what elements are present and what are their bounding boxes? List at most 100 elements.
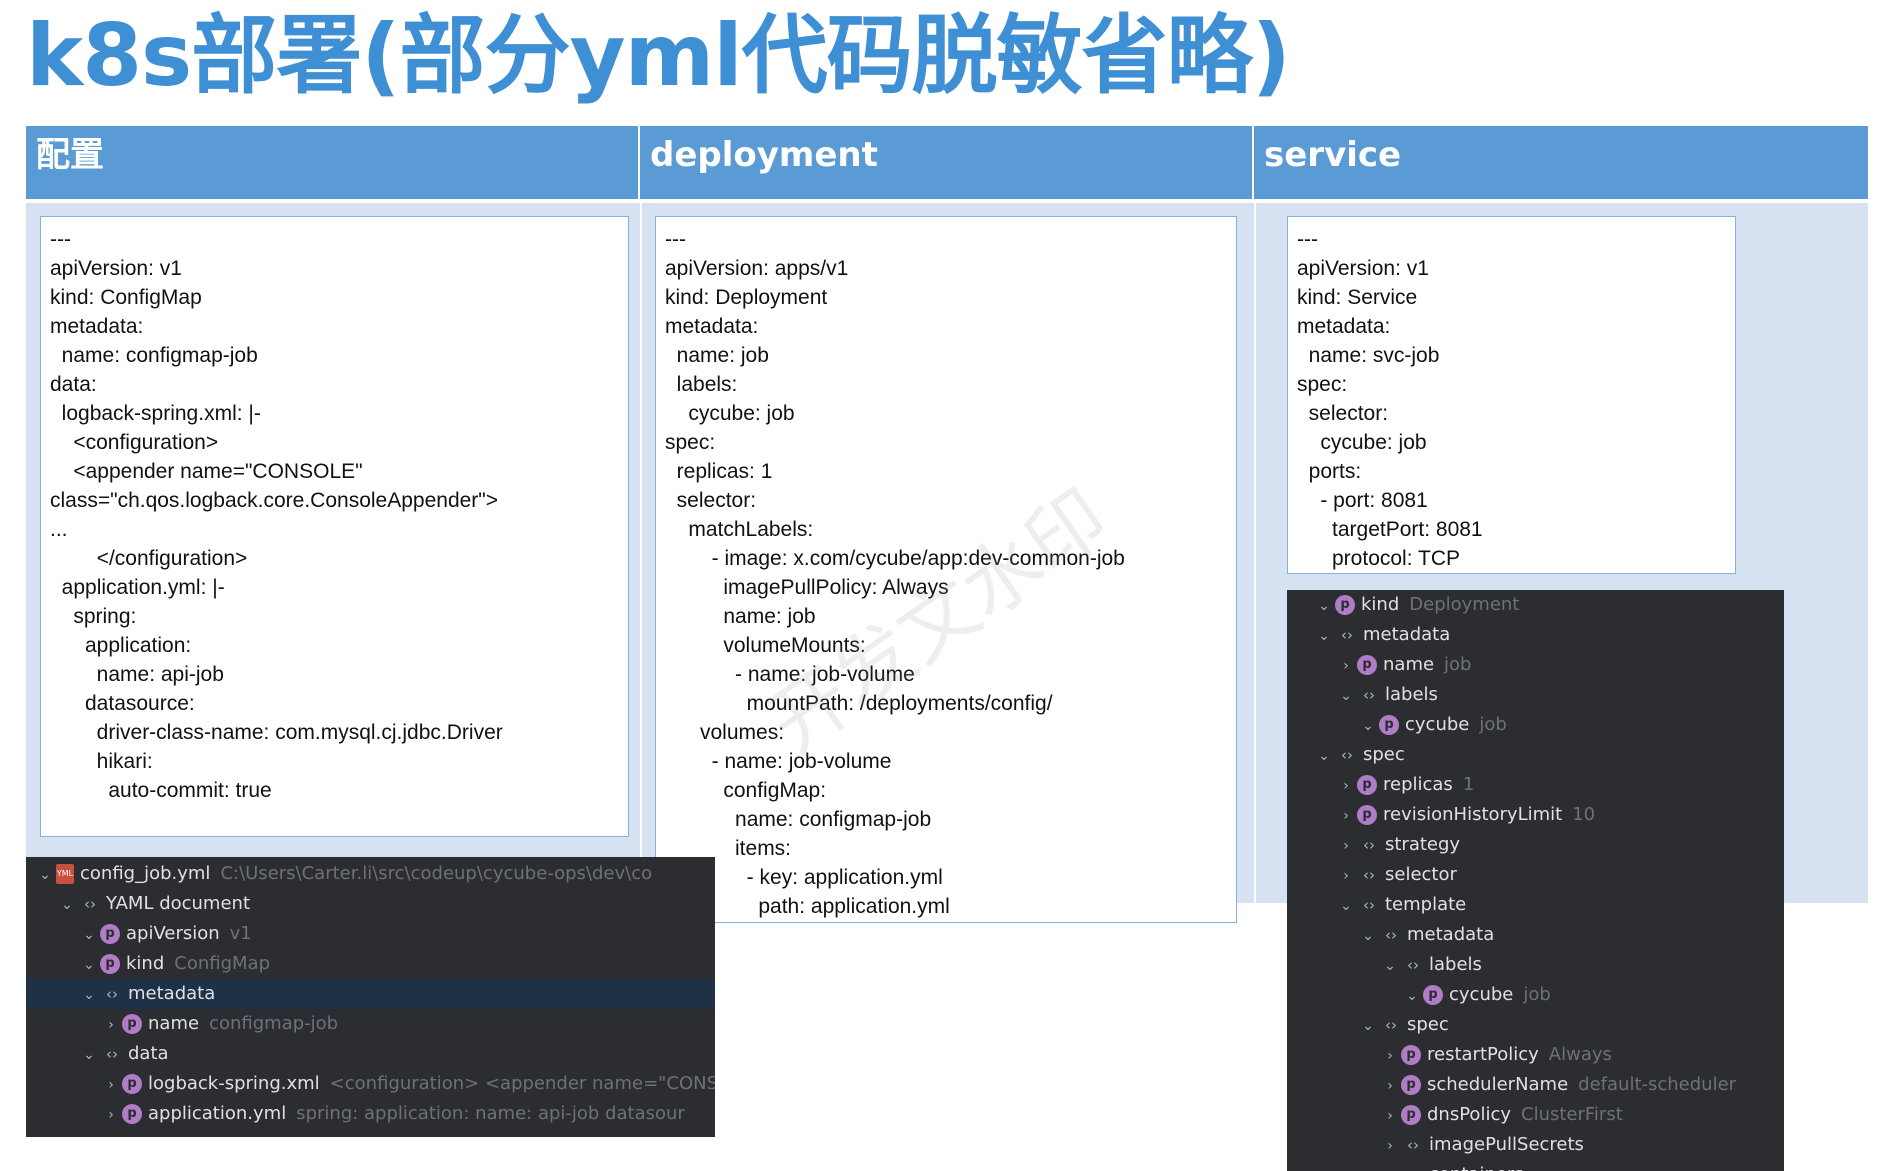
code-line: - name: job-volume: [665, 750, 892, 773]
tree-node[interactable]: › p name configmap-job: [26, 1009, 715, 1039]
chevron-down-icon[interactable]: ⌄: [1357, 1011, 1379, 1041]
chevron-down-icon[interactable]: ⌄: [56, 890, 78, 920]
code-line: ---: [665, 228, 686, 251]
chevron-right-icon[interactable]: ›: [1379, 1071, 1401, 1101]
code-line: driver-class-name: com.mysql.cj.jdbc.Dri…: [50, 721, 503, 744]
tree-node[interactable]: › ‹› selector: [1287, 860, 1784, 890]
chevron-down-icon[interactable]: ⌄: [1313, 591, 1335, 621]
code-line: application.yml: |-: [50, 576, 225, 599]
tree-node[interactable]: ⌄ ‹› YAML document: [26, 889, 715, 919]
property-icon: p: [1357, 805, 1377, 825]
chevron-down-icon[interactable]: ⌄: [1313, 621, 1335, 651]
code-line: - key: application.yml: [665, 866, 943, 889]
code-line: application:: [50, 634, 192, 657]
tree-node[interactable]: › p dnsPolicy ClusterFirst: [1287, 1100, 1784, 1130]
page-title: k8s部署(部分yml代码脱敏省略): [26, 6, 1291, 106]
object-icon: ‹›: [84, 895, 96, 913]
tree-node[interactable]: ⌄ ‹› labels: [1287, 950, 1784, 980]
chevron-down-icon[interactable]: ⌄: [78, 980, 100, 1010]
tree-node[interactable]: › ‹› imagePullSecrets: [1287, 1130, 1784, 1160]
tree-node[interactable]: ⌄ p cycube job: [1287, 710, 1784, 740]
tree-node[interactable]: › ‹› strategy: [1287, 830, 1784, 860]
object-icon: ‹›: [1407, 956, 1419, 974]
chevron-down-icon[interactable]: ⌄: [78, 950, 100, 980]
object-icon: ‹›: [1341, 626, 1353, 644]
property-icon: p: [1357, 775, 1377, 795]
chevron-right-icon[interactable]: ›: [100, 1100, 122, 1130]
chevron-right-icon[interactable]: ›: [100, 1010, 122, 1040]
tree-node[interactable]: ⌄ p cycube job: [1287, 980, 1784, 1010]
tree-node-key: spec: [1407, 1014, 1449, 1035]
code-line: spring:: [50, 605, 137, 628]
code-line: volumeMounts:: [665, 634, 866, 657]
code-line: volumes:: [665, 721, 785, 744]
chevron-down-icon[interactable]: ⌄: [78, 920, 100, 950]
property-icon: p: [100, 954, 120, 974]
code-line: mountPath: /deployments/config/: [665, 692, 1053, 715]
chevron-right-icon[interactable]: ›: [1335, 801, 1357, 831]
tree-node-value: Always: [1548, 1044, 1612, 1065]
code-line: metadata:: [665, 315, 759, 338]
tree-node[interactable]: › p logback-spring.xml <configuration> <app…: [26, 1069, 715, 1099]
code-line: hikari:: [50, 750, 153, 773]
tree-node-value: <configuration> <appender name="CONS: [329, 1073, 715, 1094]
object-icon: ‹›: [1363, 896, 1375, 914]
chevron-down-icon[interactable]: ⌄: [1357, 921, 1379, 951]
tree-node[interactable]: ⌄ p kind ConfigMap: [26, 949, 715, 979]
tree-node[interactable]: ⌄ ‹› data: [26, 1039, 715, 1069]
code-line: apiVersion: v1: [1297, 257, 1429, 280]
tree-node[interactable]: ›‹› containers: [1287, 1160, 1784, 1171]
chevron-right-icon[interactable]: ›: [100, 1070, 122, 1100]
tree-node[interactable]: ⌄ ‹› template: [1287, 890, 1784, 920]
tree-node[interactable]: › p revisionHistoryLimit 10: [1287, 800, 1784, 830]
chevron-right-icon[interactable]: ›: [1379, 1041, 1401, 1071]
tree-node[interactable]: ⌄ ‹› metadata: [26, 979, 715, 1009]
chevron-down-icon[interactable]: ⌄: [1313, 741, 1335, 771]
chevron-down-icon[interactable]: ⌄: [78, 1040, 100, 1070]
tree-node[interactable]: › p application.yml spring: application: na…: [26, 1099, 715, 1129]
tree-node[interactable]: ⌄ p apiVersion v1: [26, 919, 715, 949]
tree-node[interactable]: › p restartPolicy Always: [1287, 1040, 1784, 1070]
code-line: matchLabels:: [665, 518, 814, 541]
chevron-right-icon[interactable]: ›: [1335, 861, 1357, 891]
tree-node[interactable]: ⌄ ‹› spec: [1287, 1010, 1784, 1040]
chevron-down-icon[interactable]: ⌄: [1335, 681, 1357, 711]
tree-node[interactable]: › p replicas 1: [1287, 770, 1784, 800]
tree-node-key: replicas: [1383, 774, 1453, 795]
code-line: spec:: [665, 431, 716, 454]
property-icon: p: [1379, 715, 1399, 735]
tree-node[interactable]: ⌄ YML config_job.yml C:\Users\Carter.li\src…: [26, 859, 715, 889]
chevron-right-icon[interactable]: ›: [1379, 1131, 1401, 1161]
tree-node[interactable]: ⌄ p kind Deployment: [1287, 590, 1784, 620]
tree-node-key: selector: [1385, 864, 1457, 885]
tree-node[interactable]: › p name job: [1287, 650, 1784, 680]
object-icon: ‹›: [106, 1045, 118, 1063]
chevron-down-icon[interactable]: ⌄: [1379, 951, 1401, 981]
chevron-right-icon[interactable]: ›: [1379, 1101, 1401, 1131]
chevron-down-icon[interactable]: ⌄: [1357, 711, 1379, 741]
chevron-right-icon[interactable]: ›: [1379, 1161, 1401, 1171]
chevron-down-icon[interactable]: ⌄: [1335, 891, 1357, 921]
tree-node[interactable]: ⌄ ‹› labels: [1287, 680, 1784, 710]
tree-node-value: ConfigMap: [174, 953, 271, 974]
chevron-right-icon[interactable]: ›: [1335, 771, 1357, 801]
object-icon: ‹›: [1407, 1136, 1419, 1154]
code-line: metadata:: [1297, 315, 1391, 338]
object-icon: ‹›: [106, 985, 118, 1003]
tree-node-value: 1: [1462, 774, 1475, 795]
tree-node-value: job: [1444, 654, 1472, 675]
property-icon: p: [1335, 595, 1355, 615]
chevron-right-icon[interactable]: ›: [1335, 831, 1357, 861]
code-line: replicas: 1: [665, 460, 773, 483]
tree-node-key: cycube: [1405, 714, 1470, 735]
tree-node-key: cycube: [1449, 984, 1514, 1005]
chevron-right-icon[interactable]: ›: [1335, 651, 1357, 681]
chevron-down-icon[interactable]: ⌄: [34, 860, 56, 890]
chevron-down-icon[interactable]: ⌄: [1401, 981, 1423, 1011]
code-line: - name: job-volume: [665, 663, 915, 686]
tree-node[interactable]: ⌄ ‹› metadata: [1287, 620, 1784, 650]
tree-node[interactable]: › p schedulerName default-scheduler: [1287, 1070, 1784, 1100]
tree-node[interactable]: ⌄ ‹› spec: [1287, 740, 1784, 770]
tree-node-value: configmap-job: [209, 1013, 339, 1034]
tree-node[interactable]: ⌄ ‹› metadata: [1287, 920, 1784, 950]
